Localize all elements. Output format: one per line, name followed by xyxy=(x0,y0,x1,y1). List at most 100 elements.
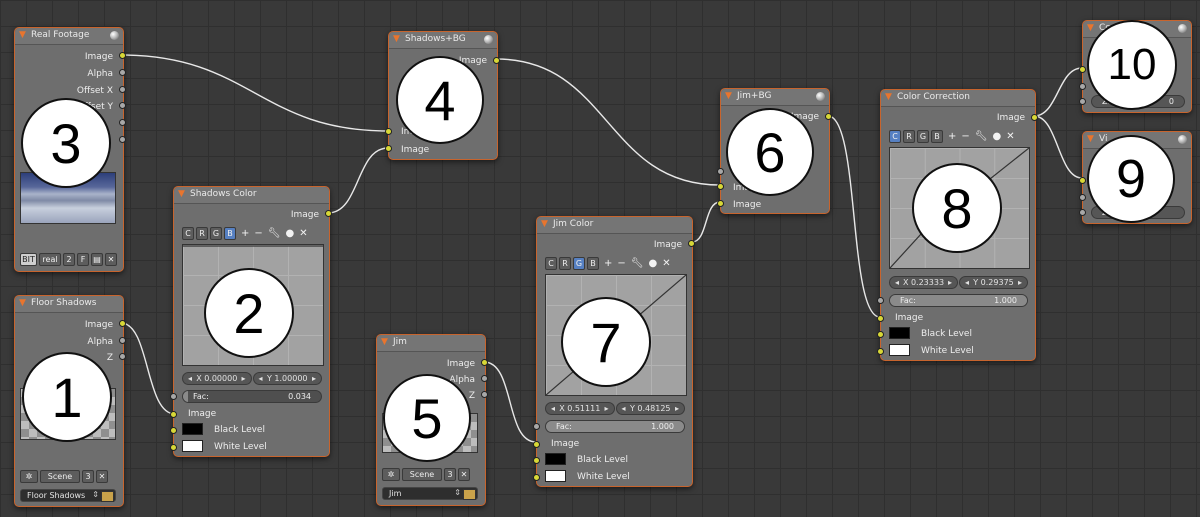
folder-icon[interactable]: ▤ xyxy=(91,253,103,266)
x-coord-field[interactable]: ◂ X 0.51111 ▸ xyxy=(545,402,615,415)
plus-icon[interactable]: + xyxy=(948,131,956,142)
output-socket[interactable] xyxy=(481,359,488,366)
channel-b-button[interactable]: B xyxy=(224,227,236,240)
z-input-socket[interactable] xyxy=(1079,98,1086,105)
output-socket[interactable] xyxy=(825,113,832,120)
channel-b-button[interactable]: B xyxy=(931,130,943,143)
node-header[interactable]: ▼ Jim xyxy=(377,335,485,352)
white-level-swatch[interactable] xyxy=(545,470,566,482)
render-layer-icon[interactable] xyxy=(463,489,476,500)
output-socket[interactable] xyxy=(119,136,126,143)
output-socket[interactable] xyxy=(119,353,126,360)
x-coord-field[interactable]: ◂ X 0.23333 ▸ xyxy=(889,276,958,289)
black-level-swatch[interactable] xyxy=(545,453,566,465)
alpha-input-socket[interactable] xyxy=(1079,83,1086,90)
triangle-down-icon[interactable]: ▼ xyxy=(19,299,26,308)
image-name-field[interactable]: real xyxy=(39,253,61,266)
white-level-socket[interactable] xyxy=(170,444,177,451)
image-input-socket[interactable] xyxy=(385,145,392,152)
fac-slider[interactable]: Fac: 0.034 xyxy=(182,390,322,403)
triangle-down-icon[interactable]: ▼ xyxy=(1087,135,1094,144)
channel-g-button[interactable]: G xyxy=(573,257,585,270)
output-socket[interactable] xyxy=(119,119,126,126)
x-icon[interactable]: ✕ xyxy=(299,228,307,239)
y-coord-field[interactable]: ◂ Y 0.48125 ▸ xyxy=(615,402,685,415)
dot-icon[interactable]: ● xyxy=(285,228,294,239)
triangle-down-icon[interactable]: ▼ xyxy=(725,92,732,101)
output-socket[interactable] xyxy=(119,52,126,59)
plus-icon[interactable]: + xyxy=(604,258,612,269)
sphere-icon[interactable] xyxy=(110,31,119,40)
channel-c-button[interactable]: C xyxy=(889,130,901,143)
plus-icon[interactable]: + xyxy=(241,228,249,239)
fac-slider[interactable]: Fac: 1.000 xyxy=(889,294,1028,307)
black-level-swatch[interactable] xyxy=(889,327,910,339)
black-level-socket[interactable] xyxy=(170,427,177,434)
dot-icon[interactable]: ● xyxy=(648,258,657,269)
y-coord-field[interactable]: ◂ Y 0.29375 ▸ xyxy=(959,276,1028,289)
triangle-down-icon[interactable]: ▼ xyxy=(393,35,400,44)
x-icon[interactable]: ✕ xyxy=(1006,131,1014,142)
image-input-socket[interactable] xyxy=(877,315,884,322)
black-level-socket[interactable] xyxy=(877,331,884,338)
fac-input-socket[interactable] xyxy=(717,168,724,175)
triangle-down-icon[interactable]: ▼ xyxy=(381,338,388,347)
scene-icon[interactable]: ✲ xyxy=(20,470,38,483)
node-header[interactable]: ▼ Shadows Color xyxy=(174,187,329,204)
black-level-socket[interactable] xyxy=(533,457,540,464)
fac-input-socket[interactable] xyxy=(877,297,884,304)
image-input-socket[interactable] xyxy=(717,183,724,190)
wrench-icon[interactable]: 🔧︎ xyxy=(268,228,281,239)
output-socket[interactable] xyxy=(119,69,126,76)
image-input-socket[interactable] xyxy=(1079,177,1086,184)
white-level-socket[interactable] xyxy=(877,348,884,355)
node-header[interactable]: ▼ Shadows+BG xyxy=(389,32,497,49)
minus-icon[interactable]: − xyxy=(254,228,262,239)
minus-icon[interactable]: − xyxy=(617,258,625,269)
channel-c-button[interactable]: C xyxy=(545,257,557,270)
channel-b-button[interactable]: B xyxy=(587,257,599,270)
black-level-swatch[interactable] xyxy=(182,423,203,435)
output-socket[interactable] xyxy=(688,240,695,247)
close-icon[interactable]: ✕ xyxy=(458,468,470,481)
fac-slider[interactable]: Fac: 1.000 xyxy=(545,420,685,433)
white-level-swatch[interactable] xyxy=(182,440,203,452)
minus-icon[interactable]: − xyxy=(961,131,969,142)
image-input-socket[interactable] xyxy=(717,200,724,207)
x-icon[interactable]: ✕ xyxy=(662,258,670,269)
node-header[interactable]: ▼ Jim Color xyxy=(537,217,692,234)
image-input-socket[interactable] xyxy=(533,441,540,448)
fac-input-socket[interactable] xyxy=(170,393,177,400)
node-header[interactable]: ▼ Real Footage xyxy=(15,28,123,45)
close-icon[interactable]: ✕ xyxy=(96,470,108,483)
output-socket[interactable] xyxy=(119,86,126,93)
bit-icon[interactable]: BIT xyxy=(20,253,37,266)
node-header[interactable]: ▼ Floor Shadows xyxy=(15,296,123,313)
close-icon[interactable]: ✕ xyxy=(105,253,117,266)
scene-users-count[interactable]: 3 xyxy=(82,470,94,483)
scene-field[interactable]: Scene xyxy=(402,468,442,481)
output-socket[interactable] xyxy=(493,57,500,64)
sphere-icon[interactable] xyxy=(484,35,493,44)
white-level-socket[interactable] xyxy=(533,474,540,481)
channel-g-button[interactable]: G xyxy=(917,130,929,143)
fake-user-button[interactable]: F xyxy=(77,253,89,266)
node-header[interactable]: ▼ Color Correction xyxy=(881,90,1035,107)
triangle-down-icon[interactable]: ▼ xyxy=(885,93,892,102)
dot-icon[interactable]: ● xyxy=(992,131,1001,142)
fac-input-socket[interactable] xyxy=(533,423,540,430)
wrench-icon[interactable]: 🔧︎ xyxy=(975,131,988,142)
triangle-down-icon[interactable]: ▼ xyxy=(541,220,548,229)
scene-field[interactable]: Scene xyxy=(40,470,80,483)
sphere-icon[interactable] xyxy=(1178,135,1187,144)
output-socket[interactable] xyxy=(119,337,126,344)
image-input-socket[interactable] xyxy=(1079,66,1086,73)
output-socket[interactable] xyxy=(325,210,332,217)
z-input-socket[interactable] xyxy=(1079,209,1086,216)
output-socket[interactable] xyxy=(119,102,126,109)
white-level-swatch[interactable] xyxy=(889,344,910,356)
channel-g-button[interactable]: G xyxy=(210,227,222,240)
alpha-input-socket[interactable] xyxy=(1079,194,1086,201)
node-header[interactable]: ▼ Jim+BG xyxy=(721,89,829,106)
output-socket[interactable] xyxy=(1031,114,1038,121)
